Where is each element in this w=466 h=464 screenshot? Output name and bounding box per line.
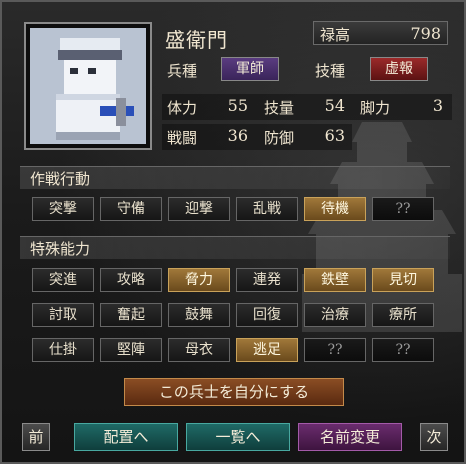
abilities-section-header: 特殊能力: [20, 236, 450, 259]
ability-kaifuku[interactable]: 回復: [236, 303, 298, 327]
troop-type-badge: 軍師: [221, 57, 279, 81]
stat-def-value: 63: [324, 126, 345, 145]
ability-nigeashi[interactable]: 逃足: [236, 338, 298, 362]
ability-horo[interactable]: 母衣: [168, 338, 230, 362]
stat-atk-value: 36: [227, 126, 248, 145]
stat-leg-value: 3: [432, 96, 443, 115]
ability-mikiri[interactable]: 見切: [372, 268, 434, 292]
unit-name: 盛衛門: [165, 28, 228, 52]
ability-kyoryoku[interactable]: 脅力: [168, 268, 230, 292]
ability-koryaku[interactable]: 攻略: [100, 268, 162, 292]
salary-box: 禄高 798: [313, 21, 448, 45]
salary-label: 禄高: [320, 26, 351, 44]
tactics-title: 作戦行動: [30, 170, 91, 188]
ability-chiryo[interactable]: 治療: [304, 303, 366, 327]
stat-atk-label: 戦闘: [167, 129, 198, 147]
deploy-button[interactable]: 配置へ: [74, 423, 178, 451]
tactics-section-header: 作戦行動: [20, 166, 450, 189]
stat-tech-label: 技量: [264, 99, 295, 117]
ability-kenjin[interactable]: 堅陣: [100, 338, 162, 362]
tactic-melee-button[interactable]: 乱戦: [236, 197, 298, 221]
stat-hp-value: 55: [227, 96, 248, 115]
ability-tosshin[interactable]: 突進: [32, 268, 94, 292]
tactic-unknown-button[interactable]: ??: [372, 197, 434, 221]
make-own-soldier-button[interactable]: この兵士を自分にする: [124, 378, 344, 406]
tactic-defend-button[interactable]: 守備: [100, 197, 162, 221]
next-button[interactable]: 次: [420, 423, 448, 451]
stats-row-1: [162, 94, 452, 120]
ability-uchitori[interactable]: 討取: [32, 303, 94, 327]
unit-portrait: [24, 22, 152, 150]
prev-button[interactable]: 前: [22, 423, 50, 451]
ability-shikake[interactable]: 仕掛: [32, 338, 94, 362]
ability-renpatsu[interactable]: 連発: [236, 268, 298, 292]
tactic-intercept-button[interactable]: 迎撃: [168, 197, 230, 221]
tactic-charge-button[interactable]: 突撃: [32, 197, 94, 221]
tactic-standby-button[interactable]: 待機: [304, 197, 366, 221]
ability-funki[interactable]: 奮起: [100, 303, 162, 327]
stat-def-label: 防御: [264, 129, 295, 147]
ability-ryosho[interactable]: 療所: [372, 303, 434, 327]
skill-type-badge: 虚報: [370, 57, 428, 81]
stat-tech-value: 54: [324, 96, 345, 115]
stat-leg-label: 脚力: [360, 99, 391, 117]
skill-type-label: 技種: [315, 62, 346, 80]
rename-button[interactable]: 名前変更: [298, 423, 402, 451]
ability-teppeki[interactable]: 鉄壁: [304, 268, 366, 292]
troop-type-label: 兵種: [167, 62, 198, 80]
soldier-portrait-icon: [30, 28, 146, 144]
list-button[interactable]: 一覧へ: [186, 423, 290, 451]
unit-detail-panel: 盛衛門 禄高 798 兵種 軍師 技種 虚報 体力 55 技量 54 脚力 3 …: [0, 0, 466, 464]
salary-value: 798: [410, 24, 441, 43]
ability-unknown-1[interactable]: ??: [304, 338, 366, 362]
abilities-title: 特殊能力: [30, 240, 91, 258]
ability-unknown-2[interactable]: ??: [372, 338, 434, 362]
stat-hp-label: 体力: [167, 99, 198, 117]
ability-kobu[interactable]: 鼓舞: [168, 303, 230, 327]
